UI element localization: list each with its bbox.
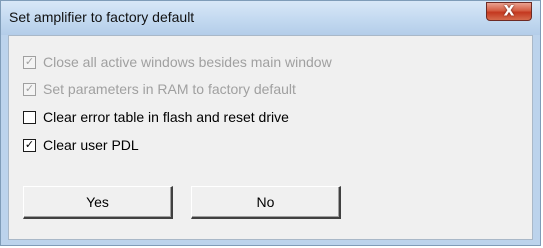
checkmark-icon: ✓ [24, 81, 35, 95]
close-button[interactable]: X [486, 2, 532, 21]
checkmark-icon: ✓ [24, 137, 35, 151]
clear-user-pdl-checkbox[interactable]: ✓ [23, 137, 36, 152]
no-button[interactable]: No [191, 186, 341, 219]
checkmark-icon: ✓ [24, 54, 35, 68]
option-close-windows: ✓ Close all active windows besides main … [23, 54, 332, 70]
yes-button[interactable]: Yes [23, 186, 173, 219]
option-clear-error-table[interactable]: Clear error table in flash and reset dri… [23, 109, 289, 125]
dialog-title: Set amplifier to factory default [9, 9, 195, 25]
clear-user-pdl-label[interactable]: Clear user PDL [43, 137, 139, 153]
title-bar: Set amplifier to factory default X [1, 1, 540, 35]
close-windows-label: Close all active windows besides main wi… [43, 54, 332, 70]
clear-error-table-label[interactable]: Clear error table in flash and reset dri… [43, 109, 289, 125]
ram-defaults-label: Set parameters in RAM to factory default [43, 81, 296, 97]
ram-defaults-checkbox: ✓ [23, 81, 36, 96]
clear-error-table-checkbox[interactable] [23, 110, 36, 124]
option-ram-defaults: ✓ Set parameters in RAM to factory defau… [23, 81, 296, 97]
dialog-body: ✓ Close all active windows besides main … [8, 35, 533, 240]
close-windows-checkbox: ✓ [23, 54, 36, 69]
option-clear-user-pdl[interactable]: ✓ Clear user PDL [23, 137, 139, 153]
close-icon: X [503, 2, 515, 19]
dialog-window: Set amplifier to factory default X ✓ Clo… [0, 0, 541, 246]
